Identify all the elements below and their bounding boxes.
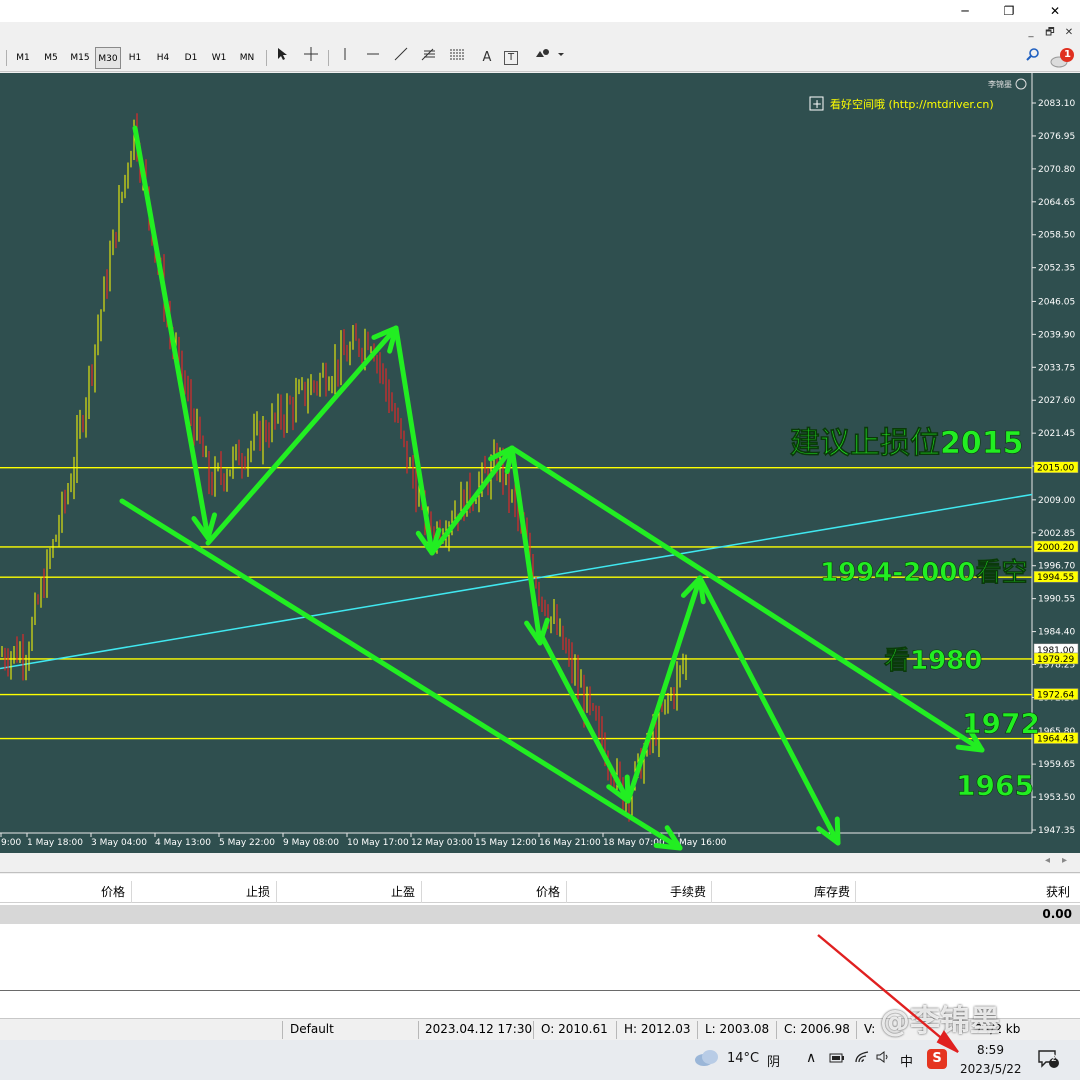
red-pointer-arrow bbox=[817, 934, 959, 1053]
pointer-overlay bbox=[817, 934, 959, 1053]
red-pointer-arrowhead bbox=[936, 1030, 959, 1053]
